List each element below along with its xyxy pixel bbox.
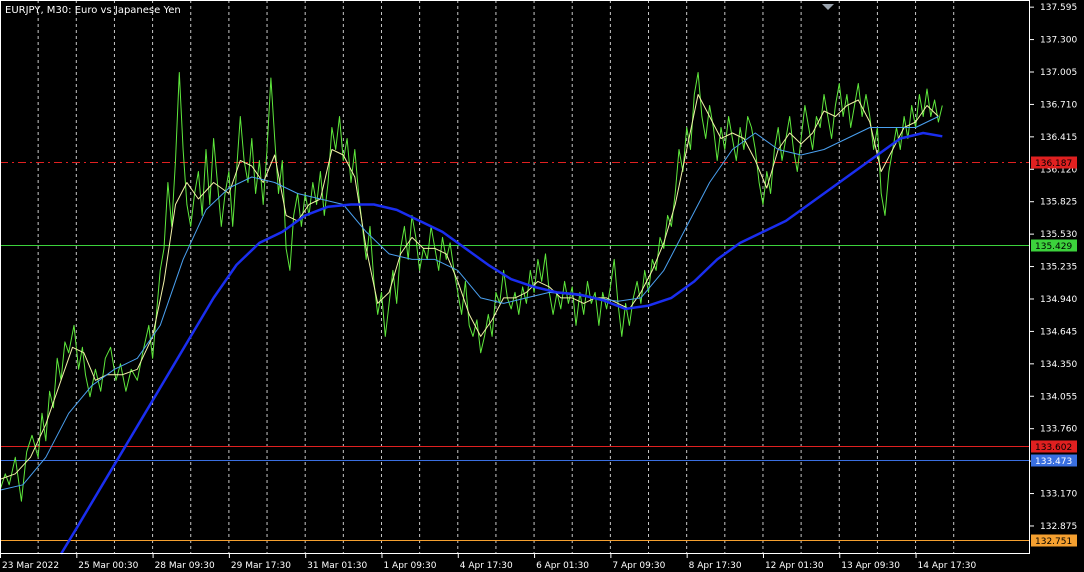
series-line: [59, 131, 943, 555]
x-tick-label: 14 Apr 17:30: [918, 561, 977, 571]
chart-title: EURJPY, M30: Euro vs Japanese Yen: [5, 5, 181, 16]
y-tick-label: 135.530: [1040, 230, 1077, 240]
x-tick-label: 4 Apr 17:30: [460, 561, 513, 571]
x-tick-label: 28 Mar 09:30: [155, 561, 215, 571]
y-tick-label: 135.235: [1040, 263, 1077, 273]
horizontal-levels: [0, 162, 1030, 541]
x-tick-label: 25 Mar 00:30: [78, 561, 138, 571]
x-tick-label: 8 Apr 17:30: [689, 561, 742, 571]
x-tick-label: 7 Apr 09:30: [612, 561, 665, 571]
x-tick-label: 12 Apr 01:30: [765, 561, 824, 571]
level-label: 133.473: [1035, 457, 1072, 467]
series-line: [0, 116, 939, 491]
y-tick-label: 137.005: [1040, 68, 1077, 78]
y-tick-label: 137.300: [1040, 36, 1077, 46]
y-tick-label: 137.595: [1040, 3, 1077, 13]
x-tick-label: 6 Apr 01:30: [536, 561, 589, 571]
plot-frame: [0, 0, 1030, 554]
y-tick-label: 133.170: [1040, 490, 1077, 500]
y-tick-label: 134.645: [1040, 327, 1077, 337]
level-label: 132.751: [1035, 537, 1072, 547]
x-tick-label: 1 Apr 09:30: [383, 561, 436, 571]
level-label: 133.602: [1035, 443, 1072, 453]
x-tick-label: 31 Mar 01:30: [307, 561, 367, 571]
y-tick-label: 136.415: [1040, 133, 1077, 143]
y-tick-label: 134.350: [1040, 360, 1077, 370]
y-tick-label: 132.875: [1040, 522, 1077, 532]
y-tick-label: 134.055: [1040, 392, 1077, 402]
y-tick-label: 134.940: [1040, 295, 1077, 305]
vertical-gridlines: [37, 0, 955, 554]
level-labels: 136.187 135.429 133.602 133.473 132.751: [1031, 156, 1077, 547]
y-tick-label: 136.710: [1040, 100, 1077, 110]
level-label: 136.187: [1035, 159, 1072, 169]
y-tick-label: 133.760: [1040, 425, 1077, 435]
x-tick-label: 29 Mar 17:30: [231, 561, 291, 571]
x-tick-label: 13 Apr 09:30: [841, 561, 900, 571]
scroll-marker-icon[interactable]: [822, 4, 834, 10]
level-label: 135.429: [1035, 242, 1072, 252]
price-chart[interactable]: 137.595 137.300 137.005 136.710 136.415 136.1…: [0, 0, 1084, 572]
y-tick-label: 135.825: [1040, 198, 1077, 208]
x-tick-label: 23 Mar 2022: [2, 561, 59, 571]
x-axis: 23 Mar 2022 25 Mar 00:30 28 Mar 09:30 29 Ma…: [0, 554, 977, 571]
